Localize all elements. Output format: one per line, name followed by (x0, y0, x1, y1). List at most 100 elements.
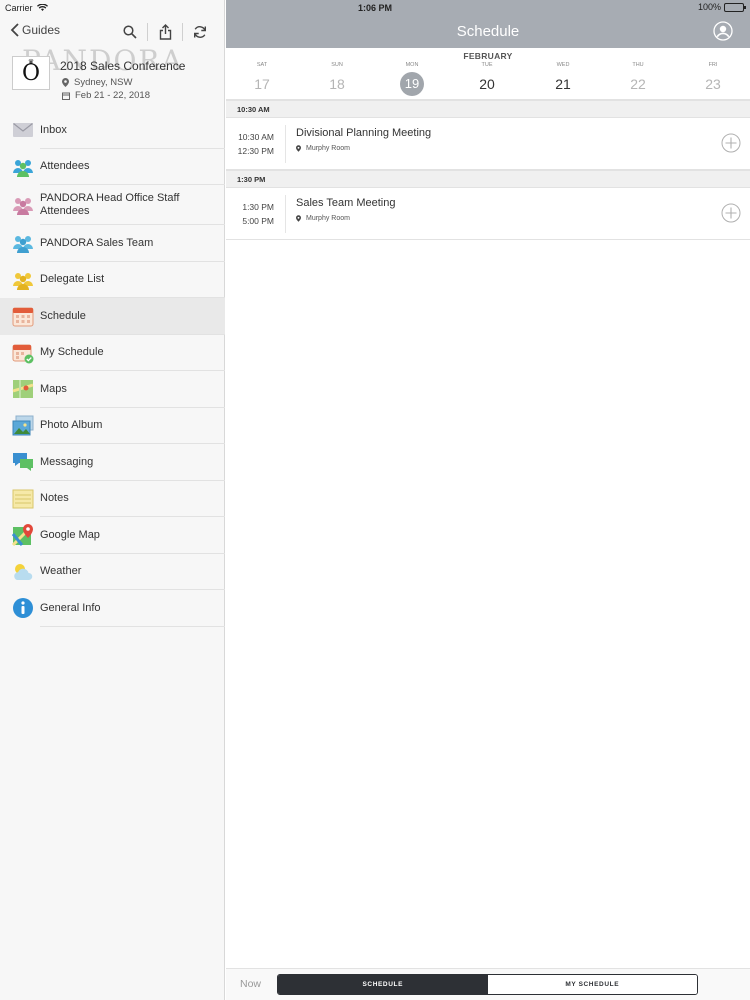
day-mon-selected[interactable]: MON 19 (392, 60, 432, 100)
day-name: TUE (481, 62, 493, 68)
event-title: 2018 Sales Conference (60, 59, 186, 73)
event-end-time: 12:30 PM (237, 146, 274, 156)
day-wed[interactable]: WED 21 (543, 60, 583, 100)
time-section-header: 1:30 PM (226, 170, 750, 188)
menu-item-schedule[interactable]: Schedule (0, 298, 225, 335)
time-section-header: 10:30 AM (226, 100, 750, 118)
row-divider (285, 125, 286, 163)
menu-item-delegate-list[interactable]: Delegate List (0, 262, 225, 299)
battery-icon (724, 2, 746, 12)
day-name: THU (632, 62, 644, 68)
refresh-icon (194, 26, 206, 38)
back-button[interactable]: Guides (10, 22, 60, 38)
menu-item-google-map[interactable]: Google Map (0, 517, 225, 554)
sidebar-tools (115, 22, 215, 42)
sales-team-icon (13, 236, 33, 254)
chevron-left-icon (10, 23, 19, 37)
bottom-toolbar: Now SCHEDULE MY SCHEDULE (226, 968, 750, 1000)
event-location-label: Murphy Room (306, 215, 350, 222)
delegate-list-icon (13, 272, 33, 290)
day-sun[interactable]: SUN 18 (317, 60, 357, 100)
messaging-icon (13, 453, 33, 472)
menu-label: Notes (40, 492, 69, 505)
menu-item-sales-team[interactable]: PANDORA Sales Team (0, 225, 225, 262)
menu-item-photo-album[interactable]: Photo Album (0, 408, 225, 445)
day-name: SUN (331, 62, 343, 68)
location-pin-icon (62, 78, 69, 87)
menu-label: Weather (40, 565, 82, 578)
day-number: 18 (329, 76, 345, 92)
sidebar: Guides PANDORA ♛ O 2018 Sales Conference… (0, 0, 225, 1000)
day-number: 19 (400, 72, 424, 96)
share-button[interactable] (150, 22, 180, 42)
battery-percent: 100% (697, 2, 721, 12)
weather-icon (14, 563, 33, 580)
day-name: FRI (708, 62, 718, 68)
tab-my-schedule[interactable]: MY SCHEDULE (487, 975, 697, 994)
menu-item-inbox[interactable]: Inbox (0, 112, 225, 149)
menu-label: PANDORA Sales Team (40, 236, 154, 249)
day-name: WED (556, 62, 570, 68)
location-pin-icon (296, 215, 301, 222)
event-start-time: 10:30 AM (238, 132, 274, 142)
event-title: Sales Team Meeting (296, 197, 396, 209)
menu-item-maps[interactable]: Maps (0, 371, 225, 408)
day-fri[interactable]: FRI 23 (693, 60, 733, 100)
day-name: MON (405, 62, 419, 68)
inbox-icon (13, 123, 33, 138)
menu-item-my-schedule[interactable]: My Schedule (0, 335, 225, 372)
event-time-range: 10:30 AM 12:30 PM (226, 130, 274, 158)
sidebar-menu: Inbox Attendees PANDORA Head Office Staf… (0, 112, 225, 627)
schedule-panel: Schedule FEBRUARY SAT 17 SUN 18 MON 19 T… (226, 0, 750, 1000)
menu-item-notes[interactable]: Notes (0, 481, 225, 518)
crown-icon: ♛ (27, 58, 35, 66)
event-dates-label: Feb 21 - 22, 2018 (75, 90, 150, 101)
day-number: 17 (254, 76, 270, 92)
menu-item-head-office-staff[interactable]: PANDORA Head Office Staff Attendees (0, 185, 225, 225)
event-title: Divisional Planning Meeting (296, 127, 432, 139)
calendar-icon (12, 307, 34, 327)
event-location: Sydney, NSW (62, 77, 132, 88)
menu-item-attendees[interactable]: Attendees (0, 149, 225, 186)
event-location: Murphy Room (296, 145, 350, 152)
menu-label: Messaging (40, 455, 94, 468)
attendees-icon (13, 159, 33, 177)
event-location-label: Murphy Room (306, 145, 350, 152)
day-thu[interactable]: THU 22 (618, 60, 658, 100)
event-location-label: Sydney, NSW (74, 77, 133, 88)
now-button[interactable]: Now (240, 978, 261, 990)
toolbar-divider (147, 23, 148, 41)
map-icon (12, 380, 34, 399)
status-bar: Carrier 1:06 PM 100% (0, 0, 750, 16)
day-number: 23 (705, 76, 721, 92)
event-end-time: 5:00 PM (242, 216, 274, 226)
refresh-button[interactable] (185, 22, 215, 42)
search-button[interactable] (115, 22, 145, 42)
day-tue[interactable]: TUE 20 (467, 60, 507, 100)
schedule-item[interactable]: 10:30 AM 12:30 PM Divisional Planning Me… (226, 118, 750, 170)
share-icon (159, 24, 171, 40)
menu-item-general-info[interactable]: General Info (0, 590, 225, 627)
schedule-item[interactable]: 1:30 PM 5:00 PM Sales Team Meeting Murph… (226, 188, 750, 240)
menu-item-messaging[interactable]: Messaging (0, 444, 225, 481)
page-title: Schedule (456, 23, 520, 40)
event-logo: ♛ O (12, 56, 50, 90)
photo-album-icon (12, 415, 34, 436)
menu-item-weather[interactable]: Weather (0, 554, 225, 591)
battery-indicator: 100% (697, 2, 746, 12)
row-divider (285, 195, 286, 233)
staff-attendees-icon (13, 198, 33, 215)
calendar-small-icon (62, 92, 70, 100)
add-to-schedule-button[interactable] (721, 203, 741, 223)
profile-button[interactable] (713, 21, 733, 41)
add-to-schedule-button[interactable] (721, 133, 741, 153)
tab-schedule[interactable]: SCHEDULE (278, 975, 488, 994)
toolbar-divider (182, 23, 183, 41)
info-icon (13, 598, 33, 619)
day-sat[interactable]: SAT 17 (242, 60, 282, 100)
day-number: 20 (479, 76, 495, 92)
menu-label: General Info (40, 601, 101, 614)
search-icon (123, 25, 137, 39)
menu-label: Attendees (40, 160, 90, 173)
menu-label: Photo Album (40, 419, 103, 432)
